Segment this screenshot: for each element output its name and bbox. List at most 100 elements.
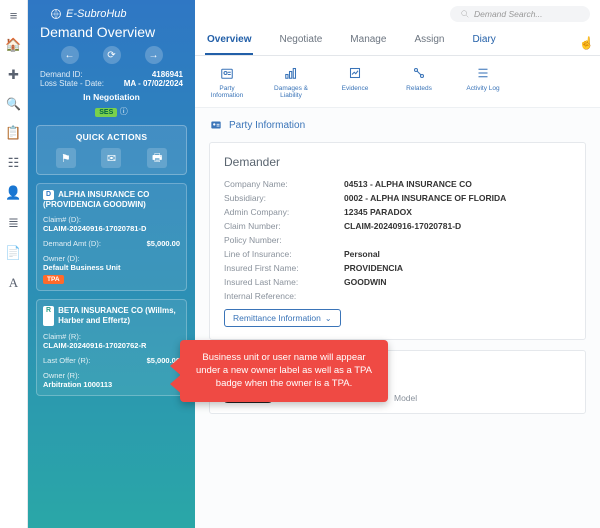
brand-logo: E-SubroHub xyxy=(36,8,187,20)
demander-card: Demander Company Name:04513 - ALPHA INSU… xyxy=(209,142,586,340)
field-value: Personal xyxy=(344,249,380,259)
brand-text: E-SubroHub xyxy=(66,8,127,20)
font-icon[interactable]: A xyxy=(9,275,18,291)
veh-col-model: Model xyxy=(394,393,417,403)
sidebar-title: Demand Overview xyxy=(36,24,187,40)
ses-badge: SES xyxy=(95,108,117,117)
field-row: Policy Number: xyxy=(224,235,571,245)
tab-negotiate[interactable]: Negotiate xyxy=(277,26,324,55)
global-search[interactable]: Demand Search... xyxy=(450,6,590,22)
sidebar-nav-icons: ← ⟳ → xyxy=(36,46,187,64)
field-value: GOODWIN xyxy=(344,277,387,287)
subnav: Party Information Damages & Liability Ev… xyxy=(195,56,600,108)
field-row: Subsidiary:0002 - ALPHA INSURANCE OF FLO… xyxy=(224,193,571,203)
user-check-icon[interactable]: 👤 xyxy=(5,185,21,201)
callout-annotation: Business unit or user name will appear u… xyxy=(180,340,388,402)
r-claim-val: CLAIM-20240916-17020762-R xyxy=(43,341,180,350)
search-icon[interactable]: 🔍 xyxy=(6,97,21,111)
field-row: Internal Reference: xyxy=(224,291,571,301)
section-title: Party Information xyxy=(229,120,305,131)
sidebar: E-SubroHub Demand Overview ← ⟳ → Demand … xyxy=(28,0,195,528)
field-label: Subsidiary: xyxy=(224,193,344,203)
tab-assign[interactable]: Assign xyxy=(412,26,446,55)
field-value: CLAIM-20240916-17020781-D xyxy=(344,221,461,231)
next-icon[interactable]: → xyxy=(145,46,163,64)
search-placeholder: Demand Search... xyxy=(474,9,543,19)
subnav-evidence[interactable]: Evidence xyxy=(333,64,377,99)
main-panel: Demand Search... Overview Negotiate Mana… xyxy=(195,0,600,528)
demand-id-value: 4186941 xyxy=(152,70,183,79)
field-value: PROVIDENCIA xyxy=(344,263,403,273)
field-label: Claim Number: xyxy=(224,221,344,231)
r-name: BETA INSURANCE CO (Willms, Harber and Ef… xyxy=(58,306,180,325)
r-tag: R xyxy=(43,306,54,325)
clipboard-icon[interactable]: 📋 xyxy=(5,125,21,141)
field-label: Internal Reference: xyxy=(224,291,344,301)
field-label: Line of Insurance: xyxy=(224,249,344,259)
field-label: Admin Company: xyxy=(224,207,344,217)
party-info-icon xyxy=(209,118,223,132)
loss-label: Loss State - Date: xyxy=(40,79,104,88)
field-label: Insured Last Name: xyxy=(224,277,344,287)
field-row: Line of Insurance:Personal xyxy=(224,249,571,259)
subnav-relateds[interactable]: Relateds xyxy=(397,64,441,99)
d-sub: (PROVIDENCIA GOODWIN) xyxy=(43,200,180,209)
field-label: Policy Number: xyxy=(224,235,344,245)
menu-icon[interactable]: ≡ xyxy=(10,8,18,23)
d-name: ALPHA INSURANCE CO xyxy=(58,190,149,200)
d-claim-val: CLAIM-20240916-17020781-D xyxy=(43,224,180,233)
list-icon[interactable]: ≣ xyxy=(8,215,19,231)
equalizer-icon[interactable]: ☷ xyxy=(8,155,20,171)
subnav-damages[interactable]: Damages & Liability xyxy=(269,64,313,99)
prev-icon[interactable]: ← xyxy=(61,46,79,64)
demander-title: Demander xyxy=(224,155,571,169)
party-card-demander[interactable]: D ALPHA INSURANCE CO (PROVIDENCIA GOODWIN… xyxy=(36,183,187,291)
field-label: Company Name: xyxy=(224,179,344,189)
d-amt-lbl: Demand Amt (D): xyxy=(43,239,101,248)
field-row: Company Name:04513 - ALPHA INSURANCE CO xyxy=(224,179,571,189)
qa-print-icon[interactable]: 🖶 xyxy=(147,148,167,168)
field-value: 04513 - ALPHA INSURANCE CO xyxy=(344,179,472,189)
qa-flag-icon[interactable]: ⚑ xyxy=(56,148,76,168)
qa-message-icon[interactable]: ✉ xyxy=(101,148,121,168)
field-value: 12345 PARADOX xyxy=(344,207,412,217)
field-value: 0002 - ALPHA INSURANCE OF FLORIDA xyxy=(344,193,506,203)
field-row: Admin Company:12345 PARADOX xyxy=(224,207,571,217)
demand-id-label: Demand ID: xyxy=(40,70,83,79)
subnav-activity[interactable]: Activity Log xyxy=(461,64,505,99)
field-row: Claim Number:CLAIM-20240916-17020781-D xyxy=(224,221,571,231)
d-tag: D xyxy=(43,190,54,200)
field-row: Insured Last Name:GOODWIN xyxy=(224,277,571,287)
d-claim-lbl: Claim# (D): xyxy=(43,215,180,224)
home-icon[interactable]: 🏠 xyxy=(5,37,21,53)
field-label: Insured First Name: xyxy=(224,263,344,273)
tab-overview[interactable]: Overview xyxy=(205,26,253,55)
tab-diary[interactable]: Diary xyxy=(470,26,497,55)
r-claim-lbl: Claim# (R): xyxy=(43,332,180,341)
content: Party Information Demander Company Name:… xyxy=(195,108,600,528)
loss-value: MA - 07/02/2024 xyxy=(124,79,183,88)
quick-actions-title: QUICK ACTIONS xyxy=(43,132,180,142)
refresh-icon[interactable]: ⟳ xyxy=(103,46,121,64)
info-icon[interactable]: ⓘ xyxy=(120,107,128,116)
tpa-badge: TPA xyxy=(43,275,64,284)
cursor-hand-icon: ☝️ xyxy=(579,36,594,50)
search-input-icon xyxy=(460,9,470,19)
chevron-down-icon: ⌄ xyxy=(325,314,332,323)
d-owner-val: Default Business Unit xyxy=(43,263,180,272)
subnav-party-info[interactable]: Party Information xyxy=(205,64,249,99)
tab-bar: Overview Negotiate Manage Assign Diary ☝… xyxy=(195,26,600,56)
d-owner-lbl: Owner (D): xyxy=(43,254,180,263)
section-header: Party Information xyxy=(209,118,586,132)
status-text: In Negotiation xyxy=(36,92,187,102)
nav-rail: ≡ 🏠 ✚ 🔍 📋 ☷ 👤 ≣ 📄 A xyxy=(0,0,28,528)
d-amt-val: $5,000.00 xyxy=(147,239,180,248)
field-row: Insured First Name:PROVIDENCIA xyxy=(224,263,571,273)
add-icon[interactable]: ✚ xyxy=(8,67,19,83)
globe-icon xyxy=(50,8,62,20)
tab-manage[interactable]: Manage xyxy=(348,26,388,55)
r-offer-lbl: Last Offer (R): xyxy=(43,356,90,365)
quick-actions: QUICK ACTIONS ⚑ ✉ 🖶 xyxy=(36,125,187,175)
remittance-info-button[interactable]: Remittance Information ⌄ xyxy=(224,309,341,327)
document-icon[interactable]: 📄 xyxy=(5,245,21,261)
